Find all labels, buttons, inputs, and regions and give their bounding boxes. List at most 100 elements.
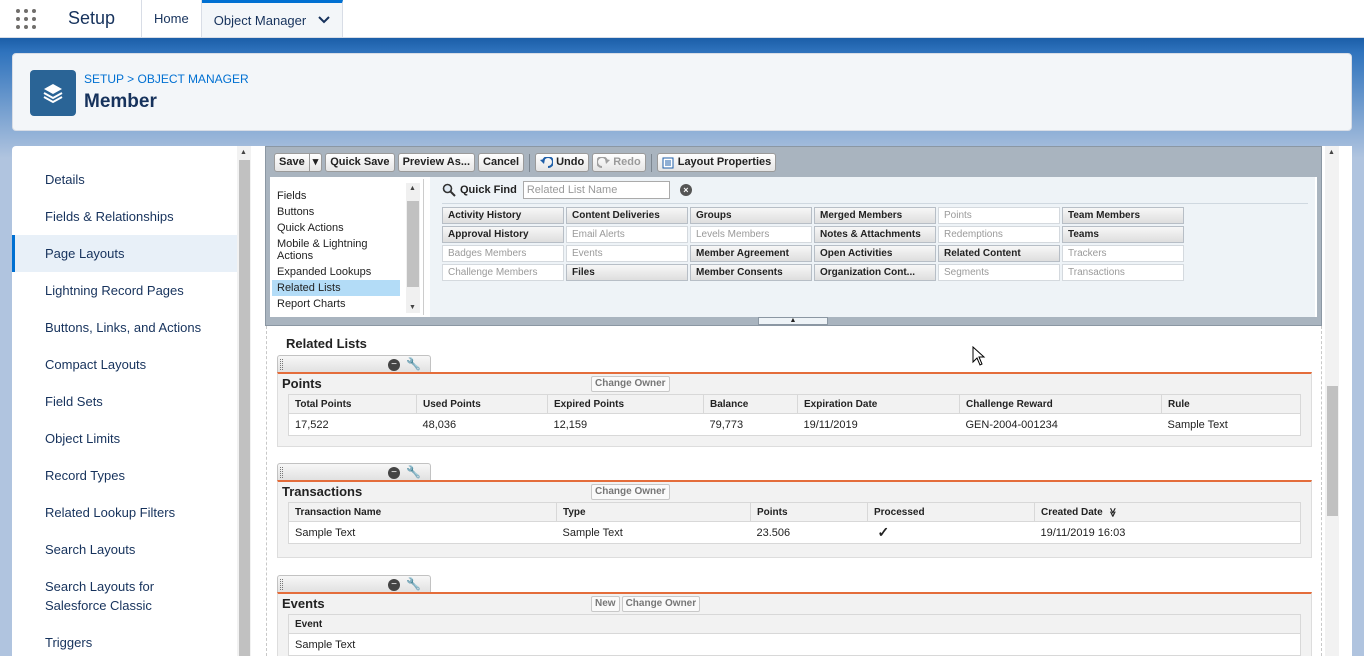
- column-header-label: Created Date: [1041, 506, 1103, 518]
- palette-item[interactable]: Notes & Attachments: [814, 226, 936, 243]
- palette-item[interactable]: Approval History: [442, 226, 564, 243]
- tab-object-manager-label: Object Manager: [213, 12, 307, 28]
- sidebar-item-search-layouts-classic[interactable]: Search Layouts for Salesforce Classic: [12, 568, 237, 624]
- related-list-transactions[interactable]: Transactions Change Owner Transaction Na…: [277, 480, 1312, 558]
- sidebar-item-related-lookup-filters[interactable]: Related Lookup Filters: [12, 494, 237, 531]
- redo-label: Redo: [613, 156, 641, 168]
- related-list-handle[interactable]: − 🔧: [277, 355, 431, 373]
- undo-button[interactable]: Undo: [535, 153, 590, 172]
- remove-icon[interactable]: −: [388, 467, 400, 479]
- scrollbar-thumb[interactable]: [239, 160, 250, 656]
- sidebar-item-record-types[interactable]: Record Types: [12, 457, 237, 494]
- category-scrollbar[interactable]: ▲ ▼: [406, 183, 420, 313]
- column-header-created-date[interactable]: Created Date ≫: [1034, 502, 1301, 522]
- scroll-up-icon[interactable]: ▲: [1328, 149, 1335, 156]
- remove-icon[interactable]: −: [388, 579, 400, 591]
- scrollbar-thumb[interactable]: [407, 201, 419, 287]
- palette-item[interactable]: Events: [566, 245, 688, 262]
- scroll-up-icon[interactable]: ▲: [409, 185, 416, 192]
- sidebar-item-compact-layouts[interactable]: Compact Layouts: [12, 346, 237, 383]
- sidebar-item-object-limits[interactable]: Object Limits: [12, 420, 237, 457]
- palette-item[interactable]: Related Content: [938, 245, 1060, 262]
- tab-object-manager[interactable]: Object Manager: [201, 0, 344, 37]
- remove-icon[interactable]: −: [388, 359, 400, 371]
- palette-item[interactable]: Points: [938, 207, 1060, 224]
- chevron-down-icon[interactable]: [318, 16, 330, 24]
- preview-as-button[interactable]: Preview As...: [397, 153, 476, 172]
- palette-item[interactable]: Levels Members: [690, 226, 812, 243]
- sidebar-item-page-layouts[interactable]: Page Layouts: [12, 235, 237, 272]
- palette-item[interactable]: Merged Members: [814, 207, 936, 224]
- sidebar-item-fields-relationships[interactable]: Fields & Relationships: [12, 198, 237, 235]
- palette-item[interactable]: Content Deliveries: [566, 207, 688, 224]
- palette-item[interactable]: Segments: [938, 264, 1060, 281]
- undo-icon: [540, 157, 554, 168]
- cancel-button[interactable]: Cancel: [478, 153, 525, 172]
- breadcrumb-separator: >: [123, 72, 138, 86]
- app-launcher-button[interactable]: [0, 0, 52, 37]
- breadcrumb-setup-link[interactable]: SETUP: [84, 72, 124, 86]
- sidebar-item-field-sets[interactable]: Field Sets: [12, 383, 237, 420]
- wrench-icon[interactable]: 🔧: [406, 357, 421, 371]
- palette-item[interactable]: Trackers: [1062, 245, 1184, 262]
- sort-descending-icon[interactable]: ≫: [1108, 507, 1119, 516]
- scrollbar-thumb[interactable]: [1327, 386, 1338, 516]
- palette-item[interactable]: Member Agreement: [690, 245, 812, 262]
- tab-home[interactable]: Home: [142, 0, 202, 37]
- palette-item[interactable]: Transactions: [1062, 264, 1184, 281]
- category-buttons[interactable]: Buttons: [272, 204, 400, 220]
- sidebar-item-search-layouts[interactable]: Search Layouts: [12, 531, 237, 568]
- sidebar-scrollbar[interactable]: ▲: [237, 146, 251, 656]
- breadcrumb-object-manager-link[interactable]: OBJECT MANAGER: [137, 72, 248, 86]
- palette-item-grid: Activity History Content Deliveries Groups…: [442, 207, 1184, 281]
- quick-save-button[interactable]: Quick Save: [325, 153, 395, 172]
- palette-item[interactable]: Team Members: [1062, 207, 1184, 224]
- scroll-down-icon[interactable]: ▼: [409, 304, 416, 311]
- scroll-up-icon[interactable]: ▲: [240, 149, 247, 156]
- palette-item[interactable]: Open Activities: [814, 245, 936, 262]
- category-report-charts[interactable]: Report Charts: [272, 296, 400, 312]
- palette-item[interactable]: Groups: [690, 207, 812, 224]
- mouse-pointer-icon: [972, 346, 986, 366]
- palette-item[interactable]: Challenge Members: [442, 264, 564, 281]
- palette-item[interactable]: Redemptions: [938, 226, 1060, 243]
- save-button[interactable]: Save: [274, 153, 310, 172]
- sidebar-item-lightning-record-pages[interactable]: Lightning Record Pages: [12, 272, 237, 309]
- sidebar-item-triggers[interactable]: Triggers: [12, 624, 237, 656]
- wrench-icon[interactable]: 🔧: [406, 577, 421, 591]
- palette-item[interactable]: Files: [566, 264, 688, 281]
- related-list-handle[interactable]: − 🔧: [277, 463, 431, 481]
- column-header: Expired Points: [547, 394, 704, 414]
- properties-icon: [662, 157, 674, 168]
- layout-properties-button[interactable]: Layout Properties: [656, 153, 777, 172]
- sidebar-item-buttons-links-actions[interactable]: Buttons, Links, and Actions: [12, 309, 237, 346]
- clear-icon[interactable]: ×: [679, 184, 692, 196]
- palette-item[interactable]: Teams: [1062, 226, 1184, 243]
- main-scrollbar[interactable]: ▲: [1325, 146, 1339, 656]
- table-row: Sample Text Sample Text 23.506 ✓ 19/11/2…: [289, 522, 1301, 544]
- table-cell: 79,773: [709, 418, 744, 431]
- palette-item[interactable]: Organization Cont...: [814, 264, 936, 281]
- category-mobile-lightning-actions[interactable]: Mobile & Lightning Actions: [272, 236, 400, 264]
- palette-item[interactable]: Activity History: [442, 207, 564, 224]
- palette-item[interactable]: Badges Members: [442, 245, 564, 262]
- drag-handle-icon[interactable]: [280, 467, 283, 478]
- related-list-handle[interactable]: − 🔧: [277, 575, 431, 593]
- palette-item[interactable]: Email Alerts: [566, 226, 688, 243]
- category-expanded-lookups[interactable]: Expanded Lookups: [272, 264, 400, 280]
- category-quick-actions[interactable]: Quick Actions: [272, 220, 400, 236]
- category-fields[interactable]: Fields: [272, 188, 400, 204]
- palette-collapse-handle[interactable]: ▲: [758, 317, 828, 325]
- column-header: Processed: [867, 502, 1035, 522]
- quick-find-input[interactable]: Related List Name: [522, 181, 670, 199]
- related-list-events[interactable]: Events New Change Owner Event Sample Tex…: [277, 592, 1312, 656]
- palette-item[interactable]: Member Consents: [690, 264, 812, 281]
- drag-handle-icon[interactable]: [280, 579, 283, 590]
- redo-button[interactable]: Redo: [592, 153, 646, 172]
- related-list-points[interactable]: Points Change Owner Total Points Used Po…: [277, 372, 1312, 447]
- save-dropdown-button[interactable]: ▾: [309, 153, 323, 172]
- category-related-lists[interactable]: Related Lists: [272, 280, 400, 296]
- drag-handle-icon[interactable]: [280, 359, 283, 370]
- wrench-icon[interactable]: 🔧: [406, 465, 421, 479]
- sidebar-item-details[interactable]: Details: [12, 161, 237, 198]
